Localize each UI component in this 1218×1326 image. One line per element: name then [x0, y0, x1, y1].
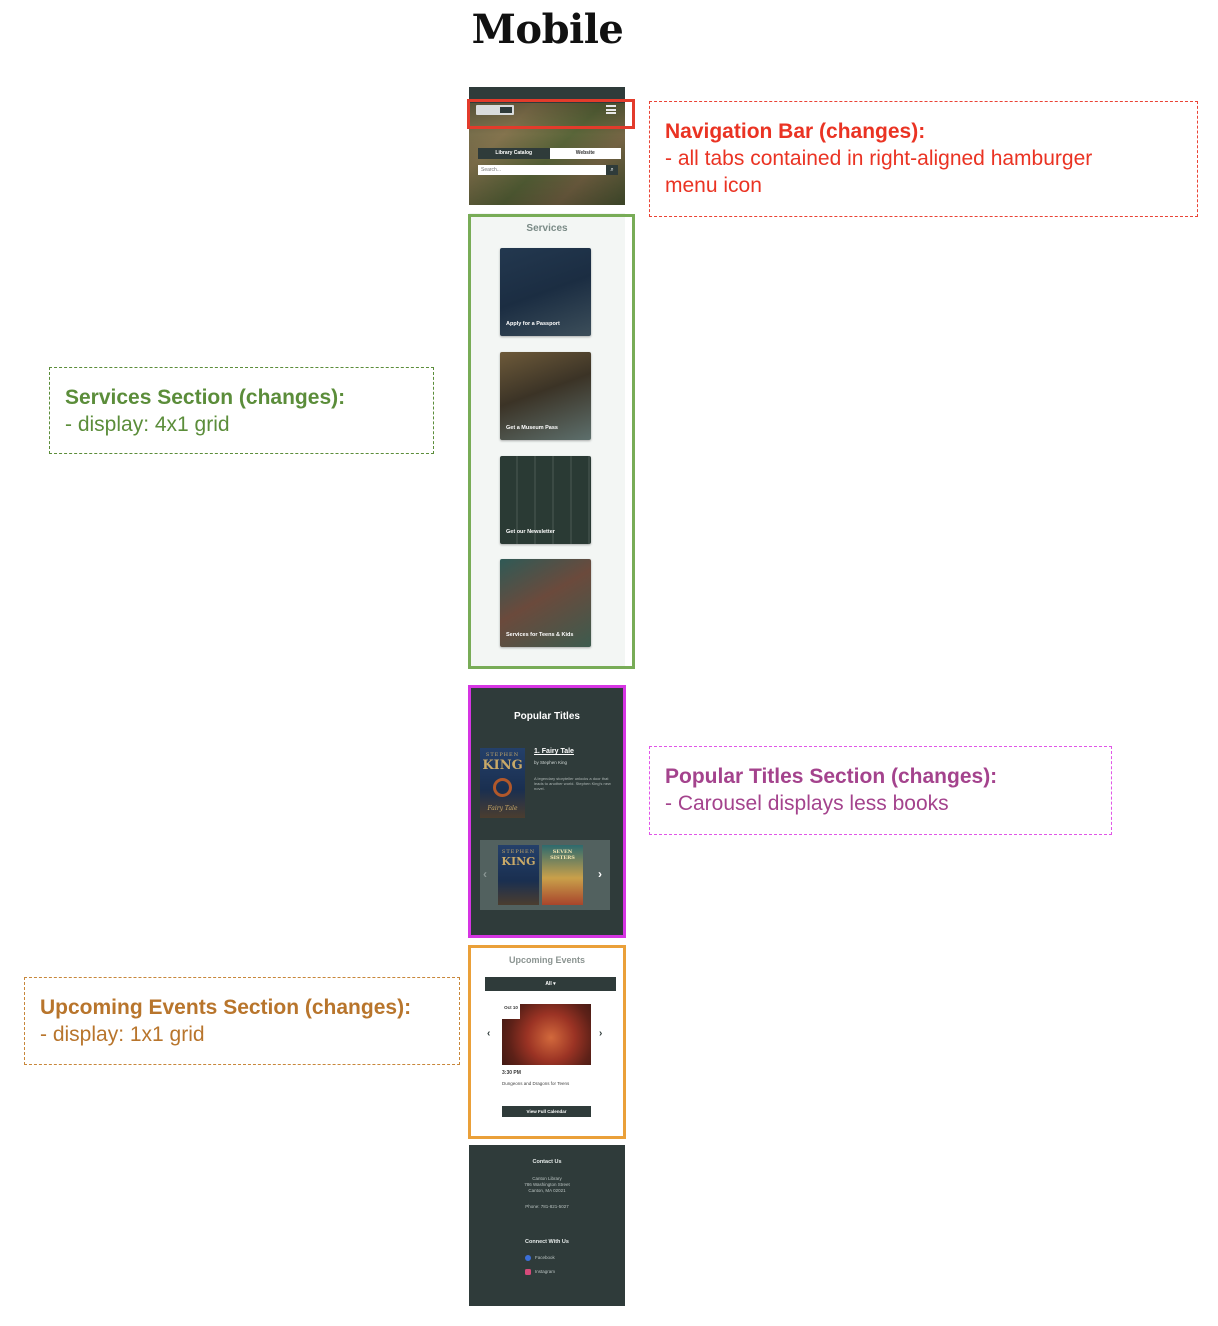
site-footer: Contact Us Canton Library 786 Washington… — [469, 1145, 625, 1306]
instagram-link[interactable]: Instagram — [525, 1269, 555, 1275]
annotation-title: Navigation Bar (changes): — [665, 120, 926, 143]
annotation-line: - display: 1x1 grid — [40, 1023, 205, 1046]
instagram-label: Instagram — [535, 1269, 556, 1275]
annotation-title: Services Section (changes): — [65, 386, 346, 409]
search-icon[interactable]: ⌕ — [606, 165, 618, 175]
services-annotation: Services Section (changes): - display: 4… — [49, 367, 434, 454]
tab-website[interactable]: Website — [550, 148, 622, 159]
popular-annotation: Popular Titles Section (changes): - Caro… — [649, 746, 1112, 835]
facebook-link[interactable]: Facebook — [525, 1255, 555, 1261]
nav-annotation: Navigation Bar (changes): - all tabs con… — [649, 101, 1198, 217]
instagram-icon — [525, 1269, 531, 1275]
events-highlight-box — [468, 945, 626, 1139]
search-input[interactable]: Search... — [478, 165, 606, 175]
facebook-label: Facebook — [535, 1255, 555, 1261]
connect-heading: Connect With Us — [525, 1239, 569, 1245]
annotation-title: Popular Titles Section (changes): — [665, 765, 998, 788]
services-highlight-box — [468, 214, 635, 669]
popular-highlight-box — [468, 685, 626, 938]
facebook-icon — [525, 1255, 531, 1261]
page-title: Mobile — [471, 6, 624, 53]
address-line: Canton, MA 02021 — [528, 1188, 566, 1193]
phone-number: Phone: 781-821-5027 — [525, 1204, 569, 1209]
annotation-line: - display: 4x1 grid — [65, 413, 230, 436]
events-annotation: Upcoming Events Section (changes): - dis… — [24, 977, 460, 1065]
tab-library-catalog[interactable]: Library Catalog — [478, 148, 550, 159]
annotation-line: - Carousel displays less books — [665, 792, 949, 815]
annotation-title: Upcoming Events Section (changes): — [40, 996, 412, 1019]
catalog-tabs: Library Catalog Website — [478, 148, 621, 159]
nav-highlight-box — [467, 99, 635, 129]
contact-heading: Contact Us — [532, 1159, 562, 1165]
annotation-line: - all tabs contained in right-aligned ha… — [665, 147, 1093, 170]
annotation-line: menu icon — [665, 174, 762, 197]
